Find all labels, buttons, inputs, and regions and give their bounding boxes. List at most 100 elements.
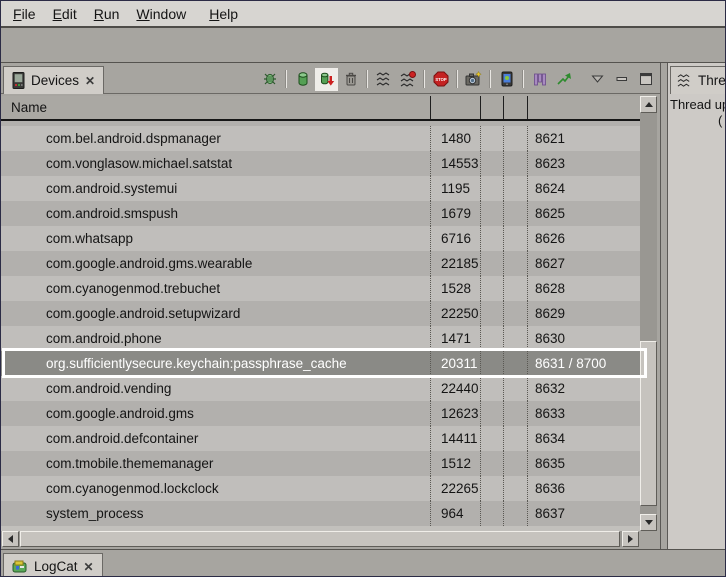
threads-message-line1: Thread up <box>670 97 726 113</box>
table-row[interactable]: com.cyanogenmod.trebuchet15288628 <box>1 276 640 301</box>
table-row[interactable]: com.android.systemui11958624 <box>1 176 640 201</box>
dump-hprof-icon[interactable] <box>318 71 335 88</box>
column-divider[interactable] <box>527 96 528 119</box>
scroll-left-button[interactable] <box>2 531 19 547</box>
table-row[interactable]: com.android.phone14718630 <box>1 326 640 351</box>
cell-c2 <box>503 151 527 176</box>
gc-trash-icon[interactable] <box>342 71 359 88</box>
cell-c2 <box>503 501 527 526</box>
close-icon[interactable]: ✕ <box>84 560 94 574</box>
method-profiling-icon[interactable] <box>399 71 416 88</box>
cell-port: 8634 <box>527 426 640 451</box>
menu-edit[interactable]: Edit <box>53 6 77 22</box>
table-row[interactable]: org.sufficientlysecure.keychain:passphra… <box>1 351 640 376</box>
cell-name: com.bel.android.dspmanager <box>1 126 430 151</box>
vertical-scrollbar[interactable] <box>640 96 657 531</box>
column-divider[interactable] <box>480 96 481 119</box>
cell-port: 8636 <box>527 476 640 501</box>
table-row[interactable]: com.cyanogenmod.lockclock222658636 <box>1 476 640 501</box>
table-row[interactable]: com.google.android.gms126238633 <box>1 401 640 426</box>
table-row[interactable]: system_process9648637 <box>1 501 640 526</box>
cell-c2 <box>503 351 527 376</box>
cell-name: com.cyanogenmod.trebuchet <box>1 276 430 301</box>
cell-pid: 20311 <box>430 351 480 376</box>
table-row[interactable]: com.google.android.gms.wearable221858627 <box>1 251 640 276</box>
menu-help-label: elp <box>219 6 238 22</box>
table-row[interactable]: com.bel.android.dspmanager14808621 <box>1 126 640 151</box>
table-row[interactable]: com.tmobile.thememanager15128635 <box>1 451 640 476</box>
horizontal-scrollbar[interactable] <box>2 531 639 547</box>
menu-run[interactable]: Run <box>94 6 120 22</box>
menu-window-label: indow <box>150 6 187 22</box>
menu-bar: File Edit Run Window Help <box>1 1 725 28</box>
menu-edit-label: dit <box>62 6 77 22</box>
trend-arrow-icon[interactable] <box>555 71 572 88</box>
cell-pid: 1195 <box>430 176 480 201</box>
maximize-icon[interactable] <box>637 71 654 88</box>
menu-help[interactable]: Help <box>209 6 238 22</box>
toolbar-separator <box>423 70 425 88</box>
cell-pid: 22185 <box>430 251 480 276</box>
cell-port: 8632 <box>527 376 640 401</box>
column-divider[interactable] <box>503 96 504 119</box>
menu-file-label: ile <box>22 6 36 22</box>
screen-record-icon[interactable] <box>498 71 515 88</box>
cell-c2 <box>503 201 527 226</box>
cell-c2 <box>503 226 527 251</box>
cell-c1 <box>480 226 503 251</box>
vertical-scroll-thumb[interactable] <box>640 341 657 506</box>
toolbar-separator <box>456 70 458 88</box>
devices-toolbar: STOP <box>261 66 654 92</box>
up-arrow-icon <box>645 102 653 107</box>
cell-c1 <box>480 351 503 376</box>
cell-c1 <box>480 126 503 151</box>
table-row[interactable]: com.android.defcontainer144118634 <box>1 426 640 451</box>
column-divider[interactable] <box>430 96 431 119</box>
cell-name: com.cyanogenmod.lockclock <box>1 476 430 501</box>
tab-devices[interactable]: Devices ✕ <box>3 66 104 94</box>
close-icon[interactable]: ✕ <box>85 74 95 88</box>
toolbar-band <box>1 28 725 63</box>
tab-logcat[interactable]: LogCat ✕ <box>3 553 103 577</box>
cell-c1 <box>480 176 503 201</box>
table-row[interactable]: com.whatsapp67168626 <box>1 226 640 251</box>
view-menu-icon[interactable] <box>589 71 606 88</box>
down-arrow-icon <box>645 520 653 525</box>
cell-name: system_process <box>1 501 430 526</box>
cell-c2 <box>503 251 527 276</box>
table-row[interactable]: com.vonglasow.michael.satstat145538623 <box>1 151 640 176</box>
scroll-down-button[interactable] <box>640 514 657 531</box>
tab-threads[interactable]: Threads <box>670 66 726 94</box>
debug-icon[interactable] <box>261 71 278 88</box>
column-header-name[interactable]: Name <box>1 100 47 115</box>
toolbar-separator <box>285 70 287 88</box>
cell-pid: 14553 <box>430 151 480 176</box>
cell-pid: 1471 <box>430 326 480 351</box>
minimize-icon[interactable] <box>613 71 630 88</box>
screen-capture-icon[interactable] <box>465 71 482 88</box>
cell-pid: 6716 <box>430 226 480 251</box>
eclipse-ddms-window: File Edit Run Window Help Devices ✕ <box>0 0 726 577</box>
table-header[interactable]: Name <box>1 96 640 121</box>
cell-pid: 964 <box>430 501 480 526</box>
columns-icon[interactable] <box>531 71 548 88</box>
scroll-right-button[interactable] <box>622 531 639 547</box>
table-row[interactable]: com.android.smspush16798625 <box>1 201 640 226</box>
horizontal-scroll-thumb[interactable] <box>20 531 620 547</box>
cell-c1 <box>480 451 503 476</box>
devices-view: Devices ✕ <box>1 63 661 549</box>
update-heap-icon[interactable] <box>294 71 311 88</box>
table-row[interactable]: com.android.vending224408632 <box>1 376 640 401</box>
cell-c2 <box>503 426 527 451</box>
menu-window[interactable]: Window <box>136 6 186 22</box>
cell-name: com.android.vending <box>1 376 430 401</box>
update-threads-icon[interactable] <box>375 71 392 88</box>
scroll-up-button[interactable] <box>640 96 657 113</box>
cell-name: com.whatsapp <box>1 226 430 251</box>
table-row[interactable]: com.google.android.setupwizard222508629 <box>1 301 640 326</box>
cell-c1 <box>480 476 503 501</box>
menu-file[interactable]: File <box>13 6 36 22</box>
stop-icon[interactable]: STOP <box>432 71 449 88</box>
menu-file-hotkey: F <box>13 6 22 22</box>
cell-pid: 1679 <box>430 201 480 226</box>
